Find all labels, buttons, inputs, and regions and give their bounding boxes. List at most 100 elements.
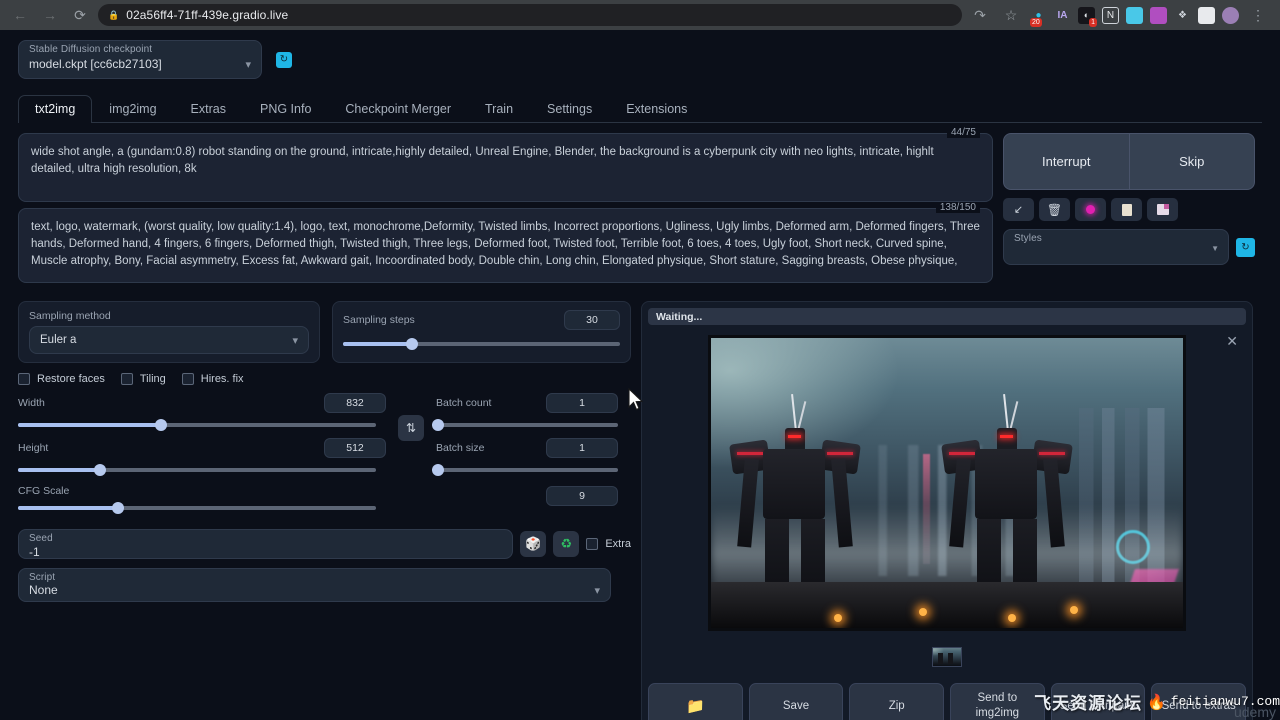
send-to-extras-button[interactable]: Send to extras (1151, 683, 1246, 720)
forward-arrow-icon[interactable]: → (38, 3, 62, 27)
negative-prompt-box[interactable]: 138/150 text, logo, watermark, (worst qu… (18, 208, 993, 283)
extension-badge-count: 1 (1089, 18, 1097, 27)
batch-count-label: Batch count (436, 397, 491, 409)
width-slider[interactable] (18, 418, 376, 432)
negative-prompt-input[interactable]: text, logo, watermark, (worst quality, l… (31, 219, 980, 272)
script-label: Script (29, 572, 55, 583)
split-view-extension-icon[interactable] (1198, 7, 1215, 24)
positive-prompt-input[interactable]: wide shot angle, a (gundam:0.8) robot st… (31, 144, 980, 191)
generate-column: Interrupt Skip ↙ 🗑 Styles ▼ ↻ (1003, 133, 1255, 289)
sampling-steps-value[interactable]: 30 (564, 310, 620, 330)
refresh-icon[interactable]: ↻ (276, 52, 292, 68)
sampling-steps-slider[interactable] (343, 337, 620, 351)
tab-extras[interactable]: Extras (174, 95, 243, 123)
open-folder-button[interactable]: 📁 (648, 683, 743, 720)
reload-icon[interactable]: ⟳ (68, 3, 92, 27)
checkpoint-select[interactable]: Stable Diffusion checkpoint model.ckpt [… (18, 40, 262, 79)
dimensions-batch-row: Width 832 Height 512 (18, 393, 631, 515)
script-select[interactable]: Script None ▾ (18, 568, 611, 602)
cfg-scale-slider[interactable] (18, 501, 376, 515)
share-icon[interactable]: ↷ (968, 3, 992, 27)
skip-button[interactable]: Skip (1129, 134, 1255, 189)
tab-img2img[interactable]: img2img (92, 95, 173, 123)
tab-png-info[interactable]: PNG Info (243, 95, 328, 123)
cfg-scale-value[interactable]: 9 (546, 486, 618, 506)
save-style-icon[interactable] (1147, 198, 1178, 221)
settings-column: Sampling method Euler a ▾ Sampling steps… (18, 301, 631, 720)
prompt-area: 44/75 wide shot angle, a (gundam:0.8) ro… (18, 133, 1262, 289)
interrupt-button[interactable]: Interrupt (1004, 134, 1129, 189)
batch-size-value[interactable]: 1 (546, 438, 618, 458)
browser-toolbar: ← → ⟳ 🔒 02a56ff4-71ff-439e.gradio.live ↷… (0, 0, 1280, 30)
apply-style-icon[interactable] (1111, 198, 1142, 221)
back-arrow-icon[interactable]: ← (8, 3, 32, 27)
image-thumbnail[interactable] (932, 647, 962, 667)
cfg-scale-label: CFG Scale (18, 485, 386, 497)
height-slider[interactable] (18, 463, 376, 477)
checkbox-box[interactable] (586, 538, 598, 550)
tab-checkpoint-merger[interactable]: Checkpoint Merger (328, 95, 468, 123)
checkpoint-value: model.ckpt [cc6cb27103] (29, 57, 162, 71)
address-bar[interactable]: 🔒 02a56ff4-71ff-439e.gradio.live (98, 4, 962, 26)
dice-icon[interactable]: 🎲 (520, 531, 546, 557)
checkpoint-label: Stable Diffusion checkpoint (29, 44, 152, 55)
positive-prompt-box[interactable]: 44/75 wide shot angle, a (gundam:0.8) ro… (18, 133, 993, 202)
tab-extensions[interactable]: Extensions (609, 95, 704, 123)
extension-badge-count: 20 (1030, 18, 1042, 27)
zip-button[interactable]: Zip (849, 683, 944, 720)
batch-size-slider[interactable] (436, 463, 618, 477)
send-to-inpaint-button[interactable]: Send to inpaint (1051, 683, 1146, 720)
tab-txt2img[interactable]: txt2img (18, 95, 92, 123)
star-icon[interactable]: ☆ (999, 3, 1023, 27)
sampling-method-panel: Sampling method Euler a ▾ (18, 301, 320, 363)
office-extension-icon[interactable] (1150, 7, 1167, 24)
checkbox-box[interactable] (182, 373, 194, 385)
save-button[interactable]: Save (749, 683, 844, 720)
seed-field[interactable]: Seed -1 (18, 529, 513, 559)
kebab-menu-icon[interactable]: ⋮ (1246, 3, 1270, 27)
close-icon[interactable]: ✕ (1226, 333, 1238, 350)
restore-progress-icon[interactable]: ↙ (1003, 198, 1034, 221)
folder-icon: 📁 (686, 699, 705, 714)
tiling-checkbox[interactable]: Tiling (121, 373, 166, 385)
batch-count-value[interactable]: 1 (546, 393, 618, 413)
checkpoint-row: Stable Diffusion checkpoint model.ckpt [… (18, 30, 1262, 79)
seed-label: Seed (29, 533, 53, 544)
send-to-img2img-button[interactable]: Send to img2img (950, 683, 1045, 720)
sampling-method-select[interactable]: Euler a ▾ (29, 326, 309, 354)
dark-reader-extension-icon[interactable]: ◐ 1 (1078, 7, 1095, 24)
recycle-icon[interactable]: ♻ (553, 531, 579, 557)
clear-prompt-trash-icon[interactable]: 🗑 (1039, 198, 1070, 221)
script-value: None (29, 583, 58, 597)
swap-dimensions-icon[interactable]: ⇅ (398, 415, 424, 441)
hires-fix-checkbox[interactable]: Hires. fix (182, 373, 244, 385)
tab-train[interactable]: Train (468, 95, 530, 123)
seed-row: Seed -1 🎲 ♻ Extra (18, 529, 631, 559)
sampling-steps-label: Sampling steps (343, 314, 415, 326)
chevron-down-icon: ▾ (245, 58, 251, 71)
profile-avatar[interactable] (1222, 7, 1239, 24)
mouse-cursor (628, 388, 644, 412)
sampling-method-value: Euler a (40, 334, 76, 346)
width-value[interactable]: 832 (324, 393, 386, 413)
sampling-steps-panel: Sampling steps 30 (332, 301, 631, 363)
checkbox-box[interactable] (18, 373, 30, 385)
styles-select[interactable]: Styles ▼ (1003, 229, 1229, 265)
sampler-steps-row: Sampling method Euler a ▾ Sampling steps… (18, 301, 631, 363)
badge-extension-icon[interactable]: ●20 (1030, 7, 1047, 24)
udemy-corner-text: udemy (1234, 704, 1276, 720)
extra-networks-icon[interactable] (1075, 198, 1106, 221)
styles-refresh-icon[interactable]: ↻ (1236, 238, 1255, 257)
puzzle-extension-icon[interactable]: ❖ (1174, 7, 1191, 24)
notion-extension-icon[interactable]: N (1102, 7, 1119, 24)
height-value[interactable]: 512 (324, 438, 386, 458)
batch-count-slider[interactable] (436, 418, 618, 432)
checkbox-box[interactable] (121, 373, 133, 385)
webui-app: Stable Diffusion checkpoint model.ckpt [… (0, 30, 1280, 720)
generated-image[interactable] (708, 335, 1186, 631)
restore-faces-checkbox[interactable]: Restore faces (18, 373, 105, 385)
image-extension-icon[interactable] (1126, 7, 1143, 24)
tab-settings[interactable]: Settings (530, 95, 609, 123)
extra-seed-checkbox[interactable]: Extra (586, 538, 631, 550)
ia-extension-icon[interactable]: IA (1054, 7, 1071, 24)
